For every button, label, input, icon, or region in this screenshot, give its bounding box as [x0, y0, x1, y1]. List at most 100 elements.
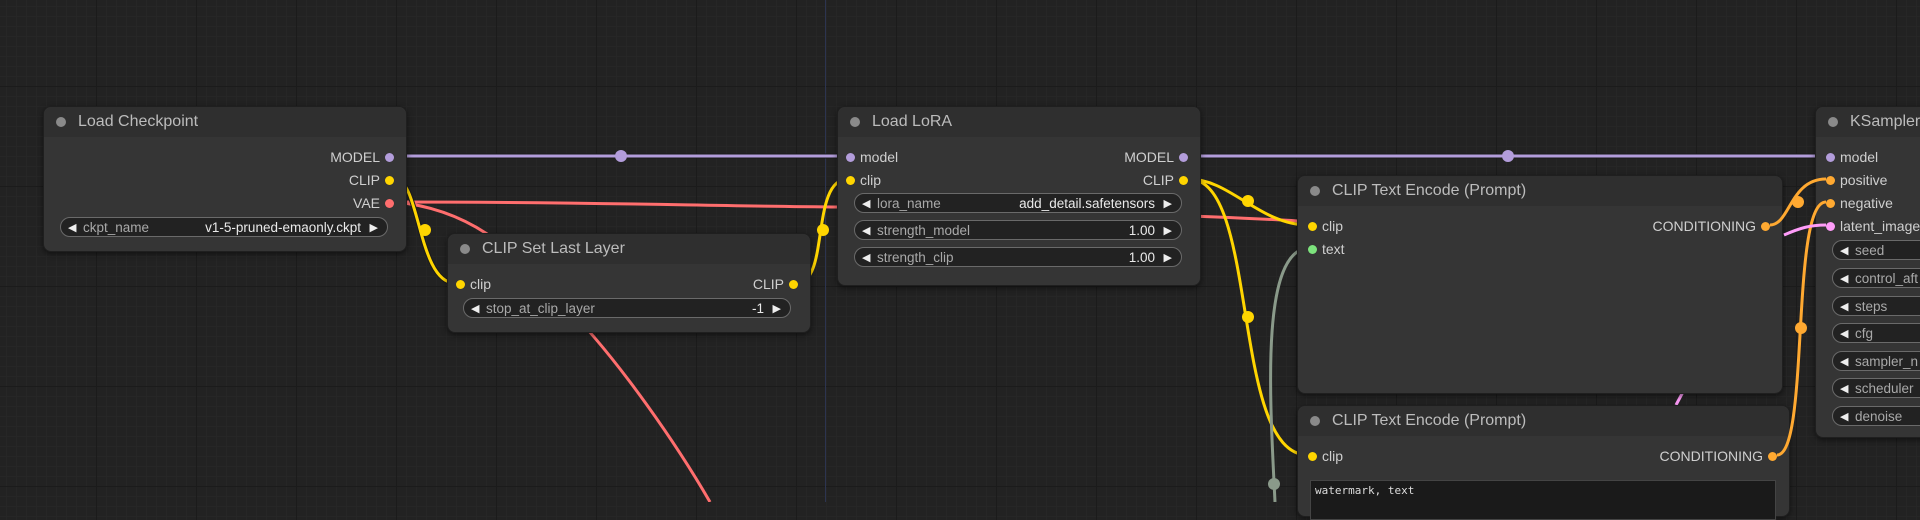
- output-dot[interactable]: [1179, 153, 1188, 162]
- strength-model-widget[interactable]: ◀ strength_model 1.00 ▶: [854, 220, 1182, 240]
- input-latent-image[interactable]: latent_image: [1826, 218, 1920, 234]
- decrement-arrow-icon[interactable]: ◀: [1840, 352, 1848, 372]
- output-clip[interactable]: CLIP: [1143, 172, 1188, 188]
- output-dot[interactable]: [385, 153, 394, 162]
- denoise-widget[interactable]: ◀ denoise: [1832, 406, 1920, 426]
- input-label: positive: [1840, 172, 1888, 188]
- decrement-arrow-icon[interactable]: ◀: [862, 194, 870, 214]
- decrement-arrow-icon[interactable]: ◀: [68, 218, 76, 238]
- clip-set-last-layer-node[interactable]: CLIP Set Last Layer clip CLIP ◀ stop_at_…: [447, 233, 811, 333]
- input-dot[interactable]: [846, 176, 855, 185]
- output-model[interactable]: MODEL: [330, 149, 394, 165]
- widget-label: sampler_n: [1855, 354, 1919, 369]
- input-label: clip: [1322, 448, 1344, 464]
- collapse-dot[interactable]: [1310, 186, 1320, 196]
- output-label: VAE: [353, 195, 380, 211]
- output-dot[interactable]: [385, 199, 394, 208]
- widget-value: v1-5-pruned-emaonly.ckpt: [205, 220, 361, 235]
- increment-arrow-icon[interactable]: ▶: [370, 218, 378, 238]
- increment-arrow-icon[interactable]: ▶: [1164, 221, 1172, 241]
- decrement-arrow-icon[interactable]: ◀: [1840, 407, 1848, 427]
- input-dot[interactable]: [1826, 199, 1835, 208]
- node-title-bar[interactable]: CLIP Text Encode (Prompt): [1298, 406, 1789, 436]
- collapse-dot[interactable]: [460, 244, 470, 254]
- input-label: latent_image: [1840, 218, 1920, 234]
- decrement-arrow-icon[interactable]: ◀: [862, 248, 870, 268]
- output-model[interactable]: MODEL: [1124, 149, 1188, 165]
- collapse-dot[interactable]: [1828, 117, 1838, 127]
- node-title: KSampler: [1850, 113, 1920, 130]
- decrement-arrow-icon[interactable]: ◀: [1840, 324, 1848, 344]
- widget-label: stop_at_clip_layer: [486, 301, 595, 316]
- clip-text-encode-negative-node[interactable]: CLIP Text Encode (Prompt) clip CONDITION…: [1297, 405, 1790, 520]
- node-title-bar[interactable]: Load Checkpoint: [44, 107, 406, 137]
- wire-midpoint-dot: [1795, 322, 1807, 334]
- sampler-name-widget[interactable]: ◀ sampler_n: [1832, 351, 1920, 371]
- input-dot[interactable]: [1308, 222, 1317, 231]
- output-dot[interactable]: [1179, 176, 1188, 185]
- steps-widget[interactable]: ◀ steps: [1832, 296, 1920, 316]
- collapse-dot[interactable]: [1310, 416, 1320, 426]
- control-after-generate-widget[interactable]: ◀ control_aft: [1832, 268, 1920, 288]
- input-text[interactable]: text: [1308, 241, 1345, 257]
- scheduler-widget[interactable]: ◀ scheduler: [1832, 378, 1920, 398]
- input-clip[interactable]: clip: [1308, 218, 1343, 234]
- input-label: model: [1840, 149, 1879, 165]
- clip-text-encode-positive-node[interactable]: CLIP Text Encode (Prompt) clip text COND…: [1297, 175, 1783, 394]
- load-checkpoint-node[interactable]: Load Checkpoint MODEL CLIP VAE ◀ ckpt_na…: [43, 106, 407, 252]
- load-lora-node[interactable]: Load LoRA model clip MODEL CLIP ◀ lora_n…: [837, 106, 1201, 286]
- increment-arrow-icon[interactable]: ▶: [773, 299, 781, 319]
- input-dot[interactable]: [1826, 222, 1835, 231]
- input-clip[interactable]: clip: [456, 276, 491, 292]
- output-dot[interactable]: [1768, 452, 1777, 461]
- node-title-bar[interactable]: CLIP Set Last Layer: [448, 234, 810, 264]
- input-dot[interactable]: [846, 153, 855, 162]
- decrement-arrow-icon[interactable]: ◀: [1840, 379, 1848, 399]
- node-title-bar[interactable]: CLIP Text Encode (Prompt): [1298, 176, 1782, 206]
- input-model[interactable]: model: [1826, 149, 1879, 165]
- input-positive[interactable]: positive: [1826, 172, 1888, 188]
- input-model[interactable]: model: [846, 149, 898, 165]
- seed-widget[interactable]: ◀ seed: [1832, 240, 1920, 260]
- input-dot[interactable]: [1826, 153, 1835, 162]
- input-dot[interactable]: [1308, 245, 1317, 254]
- node-title-bar[interactable]: Load LoRA: [838, 107, 1200, 137]
- input-dot[interactable]: [1308, 452, 1317, 461]
- output-dot[interactable]: [1761, 222, 1770, 231]
- node-title-bar[interactable]: KSampler: [1816, 107, 1920, 137]
- output-dot[interactable]: [385, 176, 394, 185]
- input-negative[interactable]: negative: [1826, 195, 1893, 211]
- lora-name-widget[interactable]: ◀ lora_name add_detail.safetensors ▶: [854, 193, 1182, 213]
- strength-clip-widget[interactable]: ◀ strength_clip 1.00 ▶: [854, 247, 1182, 267]
- decrement-arrow-icon[interactable]: ◀: [1840, 297, 1848, 317]
- decrement-arrow-icon[interactable]: ◀: [471, 299, 479, 319]
- output-dot[interactable]: [789, 280, 798, 289]
- input-dot[interactable]: [1826, 176, 1835, 185]
- output-clip[interactable]: CLIP: [349, 172, 394, 188]
- increment-arrow-icon[interactable]: ▶: [1164, 194, 1172, 214]
- decrement-arrow-icon[interactable]: ◀: [1840, 269, 1848, 289]
- output-vae[interactable]: VAE: [353, 195, 394, 211]
- input-clip[interactable]: clip: [1308, 448, 1344, 464]
- widget-label: seed: [1855, 243, 1885, 258]
- ckpt-name-widget[interactable]: ◀ ckpt_name v1-5-pruned-emaonly.ckpt ▶: [60, 217, 388, 237]
- input-clip[interactable]: clip: [846, 172, 881, 188]
- output-conditioning[interactable]: CONDITIONING: [1653, 218, 1770, 234]
- collapse-dot[interactable]: [56, 117, 66, 127]
- node-title: CLIP Text Encode (Prompt): [1332, 182, 1527, 199]
- output-clip[interactable]: CLIP: [752, 276, 798, 292]
- decrement-arrow-icon[interactable]: ◀: [1840, 241, 1848, 261]
- cfg-widget[interactable]: ◀ cfg: [1832, 323, 1920, 343]
- output-conditioning[interactable]: CONDITIONING: [1660, 448, 1777, 464]
- prompt-text: watermark, text: [1315, 484, 1415, 497]
- decrement-arrow-icon[interactable]: ◀: [862, 221, 870, 241]
- output-label: CLIP: [752, 276, 784, 292]
- ksampler-node[interactable]: KSampler model positive negative latent_…: [1815, 106, 1920, 438]
- stop-at-clip-layer-widget[interactable]: ◀ stop_at_clip_layer -1 ▶: [463, 298, 791, 318]
- node-graph-canvas[interactable]: Load Checkpoint MODEL CLIP VAE ◀ ckpt_na…: [0, 0, 1920, 520]
- increment-arrow-icon[interactable]: ▶: [1164, 248, 1172, 268]
- input-dot[interactable]: [456, 280, 465, 289]
- widget-label: strength_clip: [877, 250, 954, 265]
- collapse-dot[interactable]: [850, 117, 860, 127]
- prompt-textarea[interactable]: watermark, text: [1310, 480, 1776, 520]
